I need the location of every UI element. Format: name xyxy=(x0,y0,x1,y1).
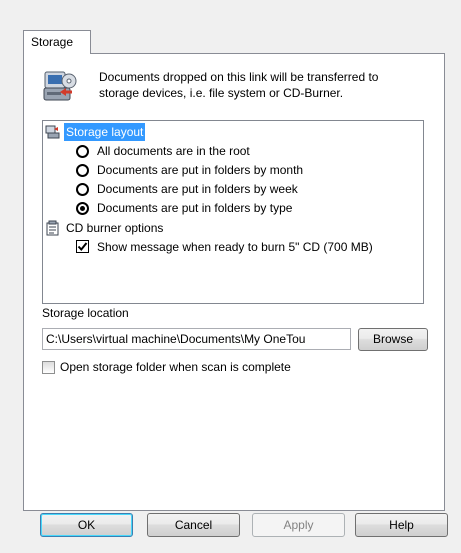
cd-burner-options-label[interactable]: CD burner options xyxy=(64,219,165,237)
storage-description: Documents dropped on this link will be t… xyxy=(99,70,379,100)
storage-location-label: Storage location xyxy=(42,306,129,320)
tree-group-cd-burner[interactable]: CD burner options xyxy=(43,219,423,237)
tab-storage[interactable]: Storage xyxy=(23,30,91,54)
cd-burner-option-show-message[interactable]: Show message when ready to burn 5" CD (7… xyxy=(43,238,423,256)
help-button[interactable]: Help xyxy=(355,513,448,537)
storage-dialog: Storage Documents dropped on this link w… xyxy=(0,0,461,553)
ok-button[interactable]: OK xyxy=(40,513,133,537)
apply-button[interactable]: Apply xyxy=(252,513,345,537)
layout-option-month[interactable]: Documents are put in folders by month xyxy=(43,161,423,179)
checkmark-icon xyxy=(77,242,88,252)
storage-layout-icon xyxy=(45,125,60,139)
browse-button[interactable]: Browse xyxy=(358,328,428,351)
option-label: Documents are put in folders by week xyxy=(97,182,298,196)
open-folder-checkbox[interactable] xyxy=(42,361,55,374)
open-folder-label: Open storage folder when scan is complet… xyxy=(60,360,291,374)
radio-button[interactable] xyxy=(76,183,89,196)
radio-button[interactable] xyxy=(76,145,89,158)
radio-button-selected[interactable] xyxy=(76,202,89,215)
storage-device-icon xyxy=(43,71,77,101)
option-label: All documents are in the root xyxy=(97,144,250,158)
options-tree[interactable]: Storage layout All documents are in the … xyxy=(42,120,424,304)
option-label: Documents are put in folders by type xyxy=(97,201,293,215)
layout-option-week[interactable]: Documents are put in folders by week xyxy=(43,180,423,198)
layout-option-root[interactable]: All documents are in the root xyxy=(43,142,423,160)
layout-option-type[interactable]: Documents are put in folders by type xyxy=(43,199,423,217)
tree-group-storage-layout[interactable]: Storage layout xyxy=(43,123,423,141)
option-label: Documents are put in folders by month xyxy=(97,163,304,177)
tab-storage-label: Storage xyxy=(31,35,74,49)
checkbox-checked[interactable] xyxy=(76,240,89,253)
cancel-button[interactable]: Cancel xyxy=(147,513,240,537)
option-label: Show message when ready to burn 5" CD (7… xyxy=(97,240,373,254)
storage-layout-label[interactable]: Storage layout xyxy=(64,123,146,141)
cd-burner-options-icon xyxy=(46,220,59,236)
storage-panel: Documents dropped on this link will be t… xyxy=(23,53,445,511)
storage-location-input[interactable]: C:\Users\virtual machine\Documents\My On… xyxy=(42,328,351,350)
radio-button[interactable] xyxy=(76,164,89,177)
